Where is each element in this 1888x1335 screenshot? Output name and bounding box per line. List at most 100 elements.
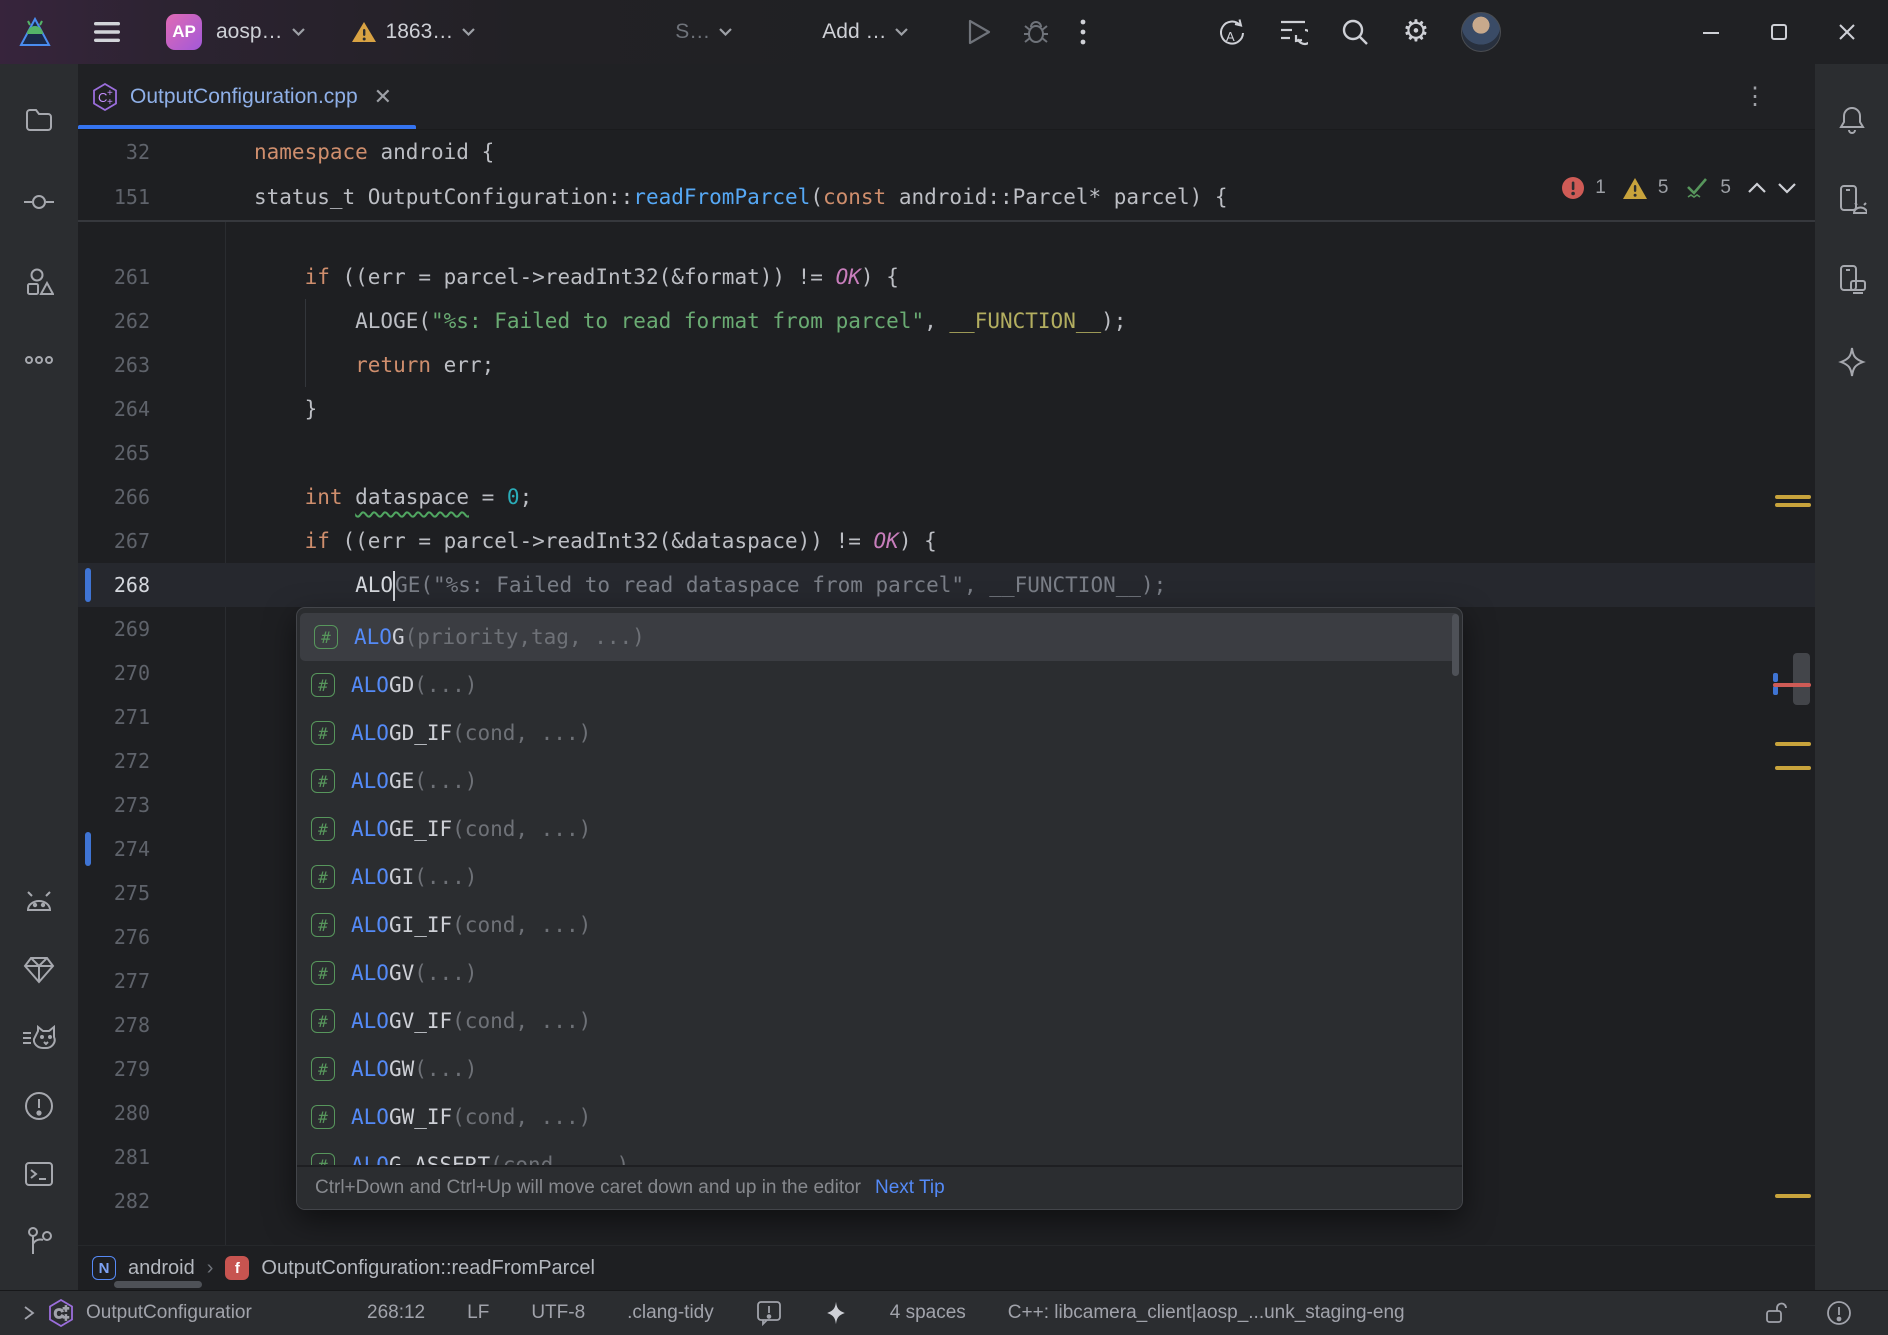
window-close-icon[interactable] bbox=[1836, 21, 1858, 43]
running-devices-icon[interactable] bbox=[1830, 258, 1874, 302]
popup-scrollbar[interactable] bbox=[1452, 614, 1459, 676]
line-number[interactable]: 267 bbox=[78, 519, 150, 563]
tab-close-icon[interactable]: ✕ bbox=[370, 82, 396, 112]
code-line[interactable]: 262 ALOGE("%s: Failed to read format fro… bbox=[78, 299, 1815, 343]
line-number[interactable]: 281 bbox=[78, 1135, 150, 1179]
breadcrumb-namespace[interactable]: android bbox=[128, 1257, 195, 1280]
code-line[interactable]: 266 int dataspace = 0; bbox=[78, 475, 1815, 519]
completion-item[interactable]: #ALOGD(...) bbox=[297, 661, 1462, 709]
search-icon[interactable] bbox=[1340, 17, 1370, 47]
git-branch-icon[interactable] bbox=[17, 1220, 61, 1264]
project-selector[interactable]: aosp… bbox=[216, 20, 305, 44]
main-menu-icon[interactable] bbox=[92, 20, 122, 44]
file-encoding[interactable]: UTF-8 bbox=[531, 1302, 585, 1324]
completion-item[interactable]: #ALOGD_IF(cond, ...) bbox=[297, 709, 1462, 757]
terminal-icon[interactable] bbox=[17, 1152, 61, 1196]
debug-icon[interactable] bbox=[1022, 18, 1050, 46]
code-line[interactable]: 32namespace android { bbox=[78, 130, 1815, 175]
line-number[interactable]: 262 bbox=[78, 299, 150, 343]
line-number[interactable]: 261 bbox=[78, 255, 150, 299]
line-number[interactable]: 278 bbox=[78, 1003, 150, 1047]
completion-item[interactable]: #ALOGI(...) bbox=[297, 853, 1462, 901]
line-separator[interactable]: LF bbox=[467, 1302, 489, 1324]
line-number[interactable]: 264 bbox=[78, 387, 150, 431]
gemini-sparkle-icon[interactable] bbox=[1830, 340, 1874, 384]
line-number[interactable]: 151 bbox=[78, 175, 150, 220]
prev-problem-chevron-icon[interactable] bbox=[1747, 182, 1767, 194]
line-number[interactable]: 32 bbox=[78, 130, 150, 175]
branch-widget[interactable]: 1863… bbox=[351, 20, 476, 44]
line-number[interactable]: 271 bbox=[78, 695, 150, 739]
ai-sparkle-icon[interactable] bbox=[824, 1301, 848, 1325]
settings-gear-icon[interactable]: ⚙ bbox=[1402, 17, 1429, 47]
tab-outputconfiguration[interactable]: C + + OutputConfiguration.cpp ✕ bbox=[78, 64, 416, 129]
code-line[interactable]: 265 bbox=[78, 431, 1815, 475]
code-line[interactable]: 263 return err; bbox=[78, 343, 1815, 387]
logcat-android-icon[interactable] bbox=[17, 880, 61, 924]
line-number[interactable]: 280 bbox=[78, 1091, 150, 1135]
line-number[interactable]: 275 bbox=[78, 871, 150, 915]
line-number[interactable]: 265 bbox=[78, 431, 150, 475]
project-folder-icon[interactable] bbox=[17, 98, 61, 142]
caret-position[interactable]: 268:12 bbox=[367, 1302, 425, 1324]
window-maximize-icon[interactable] bbox=[1768, 21, 1790, 43]
clang-tidy-widget[interactable]: .clang-tidy bbox=[627, 1302, 714, 1324]
commit-icon[interactable] bbox=[17, 180, 61, 224]
list-history-icon[interactable] bbox=[1278, 18, 1308, 46]
next-problem-chevron-icon[interactable] bbox=[1777, 182, 1797, 194]
status-file-name[interactable]: OutputConfiguratior bbox=[86, 1302, 252, 1324]
code-editor[interactable]: 32namespace android {151status_t OutputC… bbox=[78, 130, 1815, 1245]
completion-list[interactable]: #ALOG(priority,tag, ...)#ALOGD(...)#ALOG… bbox=[297, 608, 1462, 1165]
line-number[interactable]: 279 bbox=[78, 1047, 150, 1091]
code-line[interactable]: 261 if ((err = parcel->readInt32(&format… bbox=[78, 255, 1815, 299]
project-avatar[interactable]: AP bbox=[166, 14, 202, 50]
line-number[interactable]: 273 bbox=[78, 783, 150, 827]
completion-item[interactable]: #ALOGW_IF(cond, ...) bbox=[297, 1093, 1462, 1141]
horizontal-scrollbar[interactable] bbox=[114, 1281, 202, 1288]
inspection-highlight-icon[interactable] bbox=[756, 1300, 782, 1326]
line-number[interactable]: 282 bbox=[78, 1179, 150, 1223]
next-tip-link[interactable]: Next Tip bbox=[875, 1177, 945, 1199]
code-line[interactable]: 268 ALOGE("%s: Failed to read dataspace … bbox=[78, 563, 1815, 607]
run-configuration-selector[interactable]: Add … bbox=[822, 20, 908, 44]
error-stripe[interactable] bbox=[1769, 130, 1815, 1245]
completion-item[interactable]: #ALOGV(...) bbox=[297, 949, 1462, 997]
circular-arrow-a-icon[interactable]: A bbox=[1216, 17, 1246, 47]
inspections-widget[interactable]: 1 5 5 bbox=[1561, 175, 1797, 201]
line-number[interactable]: 270 bbox=[78, 651, 150, 695]
notifications-bell-icon[interactable] bbox=[1830, 98, 1874, 142]
tab-options-kebab-icon[interactable]: ⋮ bbox=[1743, 82, 1767, 111]
device-selector[interactable]: S… bbox=[675, 20, 732, 44]
line-number[interactable]: 276 bbox=[78, 915, 150, 959]
structure-icon[interactable] bbox=[17, 260, 61, 304]
lock-open-icon[interactable] bbox=[1762, 1300, 1788, 1326]
completion-item[interactable]: #ALOGV_IF(cond, ...) bbox=[297, 997, 1462, 1045]
gem-icon[interactable] bbox=[17, 948, 61, 992]
error-indicator-icon[interactable] bbox=[1826, 1300, 1852, 1326]
device-manager-icon[interactable] bbox=[1830, 178, 1874, 222]
more-actions-kebab-icon[interactable] bbox=[1080, 19, 1086, 45]
completion-item[interactable]: #ALOGE(...) bbox=[297, 757, 1462, 805]
scrollbar-thumb[interactable] bbox=[1793, 653, 1810, 705]
completion-item[interactable]: #ALOG_ASSERT(cond, ...) bbox=[297, 1141, 1462, 1165]
code-line[interactable]: 151status_t OutputConfiguration::readFro… bbox=[78, 175, 1815, 220]
problems-icon[interactable] bbox=[17, 1084, 61, 1128]
run-button[interactable] bbox=[966, 18, 992, 46]
indent-setting[interactable]: 4 spaces bbox=[890, 1302, 966, 1324]
breadcrumb-function[interactable]: OutputConfiguration::readFromParcel bbox=[261, 1257, 595, 1280]
code-line[interactable]: 264 } bbox=[78, 387, 1815, 431]
line-number[interactable]: 263 bbox=[78, 343, 150, 387]
completion-item[interactable]: #ALOGW(...) bbox=[297, 1045, 1462, 1093]
toolchain-label[interactable]: C++: libcamera_client|aosp_...unk_stagin… bbox=[1008, 1302, 1405, 1324]
code-line[interactable]: 267 if ((err = parcel->readInt32(&datasp… bbox=[78, 519, 1815, 563]
line-number[interactable]: 272 bbox=[78, 739, 150, 783]
line-number[interactable]: 277 bbox=[78, 959, 150, 1003]
completion-item[interactable]: #ALOG(priority,tag, ...) bbox=[300, 613, 1459, 661]
line-number[interactable]: 266 bbox=[78, 475, 150, 519]
more-tool-windows-icon[interactable] bbox=[17, 338, 61, 382]
cat-icon[interactable] bbox=[17, 1016, 61, 1060]
expand-chevron-icon[interactable] bbox=[22, 1305, 36, 1321]
line-number[interactable]: 269 bbox=[78, 607, 150, 651]
completion-item[interactable]: #ALOGE_IF(cond, ...) bbox=[297, 805, 1462, 853]
window-minimize-icon[interactable] bbox=[1700, 21, 1722, 43]
